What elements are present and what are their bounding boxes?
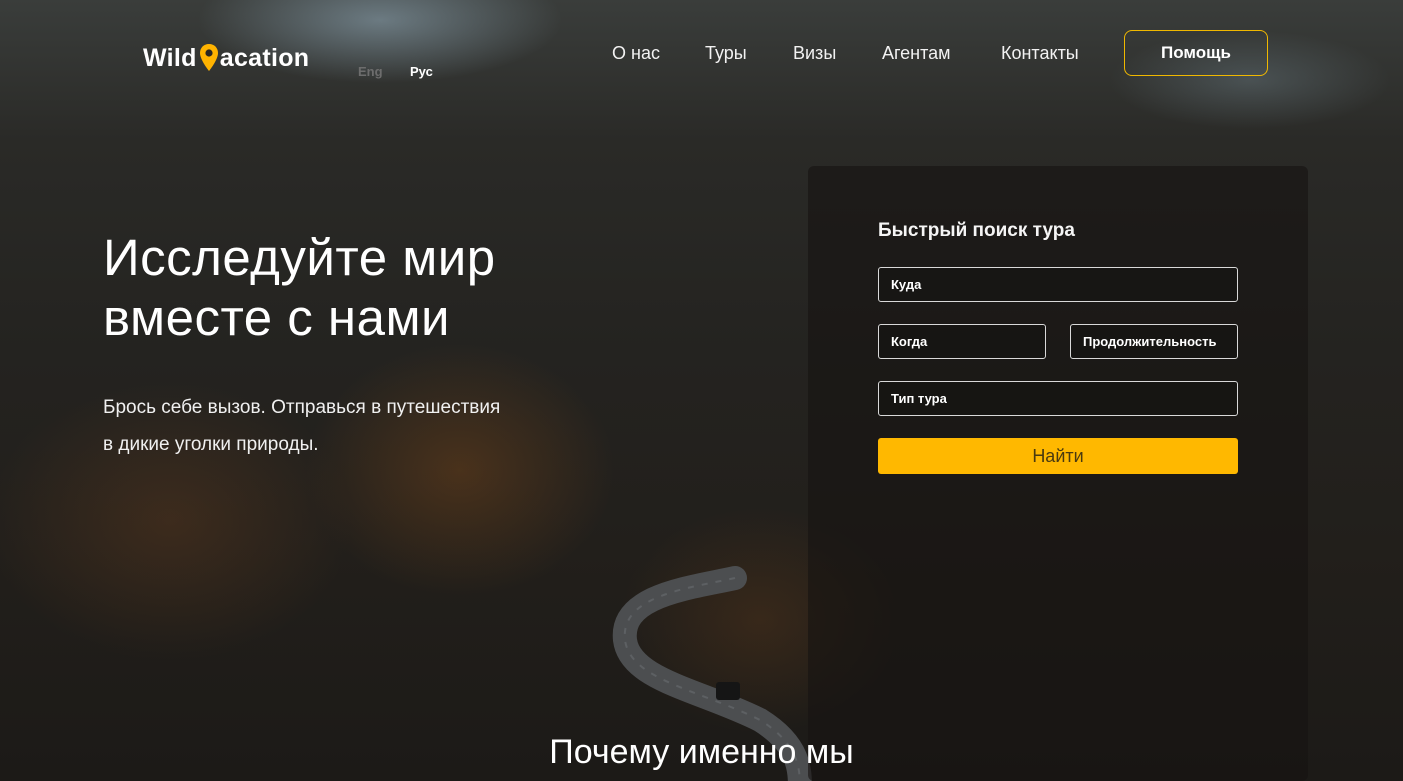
headline-line-2: вместе с нами (103, 289, 451, 346)
subtext-line-1: Брось себе вызов. Отправься в путешестви… (103, 397, 501, 418)
date-field[interactable]: Когда (878, 324, 1046, 359)
nav-agents[interactable]: Агентам (882, 43, 951, 64)
search-button[interactable]: Найти (878, 438, 1238, 474)
nav-tours[interactable]: Туры (705, 43, 747, 64)
headline-line-1: Исследуйте мир (103, 229, 496, 286)
lang-eng[interactable]: Eng (358, 64, 383, 79)
logo[interactable]: Wild acation (143, 42, 309, 74)
hero-subtext: Брось себе вызов. Отправься в путешестви… (103, 389, 623, 463)
duration-field[interactable]: Продолжительность (1070, 324, 1238, 359)
hero-headline: Исследуйте мир вместе с нами (103, 228, 703, 348)
nav-visas[interactable]: Визы (793, 43, 836, 64)
help-button[interactable]: Помощь (1124, 30, 1268, 76)
nav-about[interactable]: О нас (612, 43, 660, 64)
logo-text-acation: acation (219, 43, 310, 72)
nav-contacts[interactable]: Контакты (1001, 43, 1079, 64)
why-us-heading: Почему именно мы (549, 733, 854, 771)
location-pin-icon (199, 44, 218, 71)
destination-field[interactable]: Куда (878, 267, 1238, 302)
quick-search-title: Быстрый поиск тура (878, 220, 1075, 241)
logo-text-wild: Wild (143, 43, 197, 72)
subtext-line-2: в дикие уголки природы. (103, 434, 319, 455)
lang-rus[interactable]: Рус (410, 64, 433, 79)
tour-type-field[interactable]: Тип тура (878, 381, 1238, 416)
